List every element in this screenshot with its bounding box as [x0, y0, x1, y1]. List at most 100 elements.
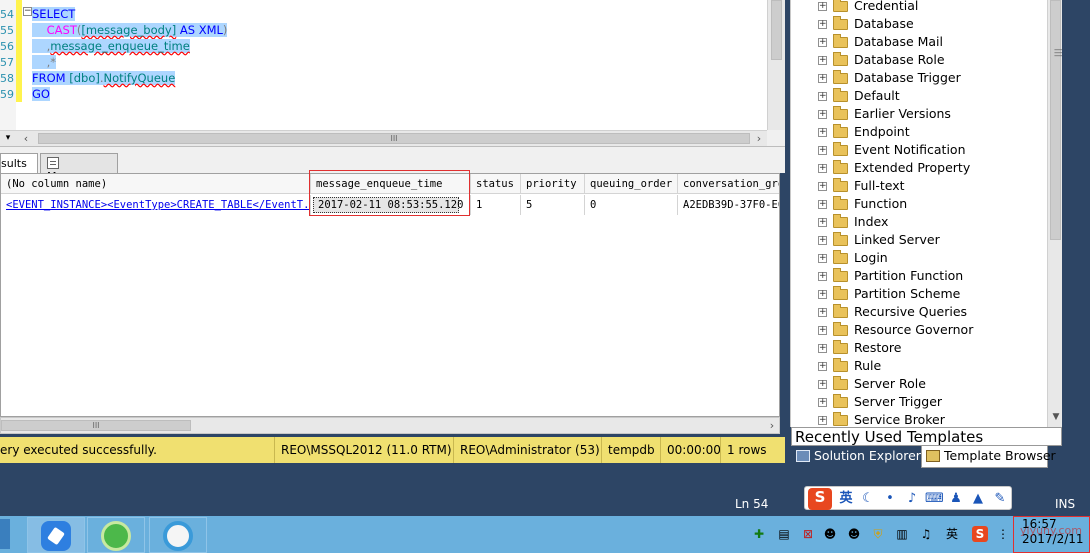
- template-folder-item[interactable]: + Index: [791, 213, 1047, 231]
- keyboard-icon[interactable]: ⌨: [925, 490, 944, 508]
- template-folder-item[interactable]: + Partition Scheme: [791, 285, 1047, 303]
- scroll-left-icon[interactable]: ‹: [18, 131, 34, 146]
- code-line[interactable]: CAST([message_body] AS XML): [32, 23, 228, 37]
- moon-icon[interactable]: ☾: [859, 490, 877, 508]
- xml-link-cell[interactable]: <EVENT_INSTANCE><EventType>CREATE_TABLE<…: [1, 195, 311, 215]
- template-folder-item[interactable]: + Database Role: [791, 51, 1047, 69]
- template-folder-item[interactable]: + Credential: [791, 0, 1047, 15]
- code-line[interactable]: ,*: [32, 55, 57, 69]
- expand-icon[interactable]: +: [818, 20, 827, 29]
- template-vertical-scroll-thumb[interactable]: — — —: [1050, 0, 1063, 240]
- ime-language-toggle[interactable]: 英: [837, 490, 855, 508]
- code-line[interactable]: SELECT: [32, 7, 76, 21]
- expand-icon[interactable]: +: [818, 290, 827, 299]
- expand-icon[interactable]: +: [818, 146, 827, 155]
- editor-vertical-scrollbar[interactable]: [767, 0, 785, 130]
- zoom-dropdown[interactable]: ▾: [0, 131, 16, 146]
- taskbar-app-browser[interactable]: [87, 517, 145, 553]
- expand-icon[interactable]: +: [818, 2, 827, 11]
- expand-icon[interactable]: +: [818, 398, 827, 407]
- editor-horizontal-scroll-thumb[interactable]: III: [38, 133, 750, 144]
- template-folder-item[interactable]: + Partition Function: [791, 267, 1047, 285]
- template-folder-item[interactable]: + Restore: [791, 339, 1047, 357]
- expand-icon[interactable]: +: [818, 74, 827, 83]
- tray-shield-icon[interactable]: ⛨: [870, 526, 886, 542]
- tray-volume-icon[interactable]: ♫: [918, 526, 934, 542]
- expand-icon[interactable]: +: [818, 182, 827, 191]
- expand-icon[interactable]: +: [818, 236, 827, 245]
- skin-icon[interactable]: ▲: [969, 490, 987, 508]
- template-browser-panel[interactable]: + Credential + Database + Database Mail + Datab…: [790, 0, 1063, 427]
- column-header[interactable]: status: [471, 174, 521, 194]
- expand-icon[interactable]: +: [818, 218, 827, 227]
- column-header[interactable]: queuing_order: [585, 174, 678, 194]
- start-button-edge[interactable]: [0, 519, 10, 549]
- template-folder-item[interactable]: + Rule: [791, 357, 1047, 375]
- expand-icon[interactable]: +: [818, 110, 827, 119]
- wrench-icon[interactable]: ✎: [991, 490, 1009, 508]
- template-folder-item[interactable]: + Event Notification: [791, 141, 1047, 159]
- column-header[interactable]: priority: [521, 174, 585, 194]
- tray-qq-icon[interactable]: ☻: [822, 526, 838, 542]
- tray-doc-icon[interactable]: ▤: [776, 526, 792, 542]
- taskbar-app-qq[interactable]: [149, 517, 207, 553]
- template-folder-item[interactable]: + Recursive Queries: [791, 303, 1047, 321]
- grid-horizontal-scroll-thumb[interactable]: III: [1, 420, 191, 431]
- code-line[interactable]: ,message_enqueue_time: [32, 39, 190, 53]
- template-folder-item[interactable]: + Resource Governor: [791, 321, 1047, 339]
- scroll-right-icon[interactable]: ›: [751, 131, 767, 146]
- template-folder-item[interactable]: + Login: [791, 249, 1047, 267]
- collapse-toggle[interactable]: −: [23, 7, 32, 16]
- tray-ime-icon[interactable]: S: [972, 526, 988, 542]
- editor-vertical-scroll-thumb[interactable]: [771, 0, 782, 60]
- template-folder-item[interactable]: + Linked Server: [791, 231, 1047, 249]
- tray-add-icon[interactable]: ✚: [751, 526, 767, 542]
- tray-qq2-icon[interactable]: ☻: [846, 526, 862, 542]
- tab-template-browser[interactable]: Template Browser: [921, 446, 1056, 468]
- template-vertical-scrollbar[interactable]: — — — ▼: [1047, 0, 1063, 427]
- tray-network-icon[interactable]: ▥: [894, 526, 910, 542]
- expand-icon[interactable]: +: [818, 164, 827, 173]
- template-folder-item[interactable]: + Function: [791, 195, 1047, 213]
- tab-messages[interactable]: Messages: [40, 153, 118, 183]
- expand-icon[interactable]: +: [818, 92, 827, 101]
- expand-icon[interactable]: +: [818, 308, 827, 317]
- code-line[interactable]: FROM [dbo].NotifyQueue: [32, 71, 176, 85]
- template-folder-item[interactable]: + Server Role: [791, 375, 1047, 393]
- expand-icon[interactable]: +: [818, 254, 827, 263]
- microphone-icon[interactable]: ♪: [903, 490, 921, 508]
- punctuation-icon[interactable]: •: [881, 490, 899, 508]
- tab-solution-explorer[interactable]: Solution Explorer: [792, 446, 921, 468]
- grid-cell[interactable]: 5: [521, 195, 585, 215]
- taskbar-app-editor[interactable]: [27, 517, 85, 553]
- ime-logo-icon[interactable]: S: [808, 488, 832, 510]
- expand-icon[interactable]: +: [818, 362, 827, 371]
- expand-icon[interactable]: +: [818, 272, 827, 281]
- column-header[interactable]: conversation_gro: [678, 174, 779, 194]
- template-folder-item[interactable]: + Full-text: [791, 177, 1047, 195]
- tray-blocked-icon[interactable]: ⊠: [800, 526, 816, 542]
- grid-cell[interactable]: A2EDB39D-37F0-E6: [678, 195, 779, 215]
- xml-link[interactable]: <EVENT_INSTANCE><EventType>CREATE_TABLE<…: [6, 199, 310, 211]
- grid-horizontal-scrollbar[interactable]: III ›: [0, 417, 780, 434]
- ime-toolbar[interactable]: S 英 ☾ • ♪ ⌨ ♟ ▲ ✎: [804, 486, 1012, 510]
- template-folder-item[interactable]: + Default: [791, 87, 1047, 105]
- tray-expand-icon[interactable]: ⋮: [995, 526, 1011, 542]
- grid-cell[interactable]: 1: [471, 195, 521, 215]
- template-folder-item[interactable]: + Database: [791, 15, 1047, 33]
- expand-icon[interactable]: +: [818, 416, 827, 425]
- code-line[interactable]: GO: [32, 87, 50, 101]
- expand-icon[interactable]: +: [818, 344, 827, 353]
- template-folder-item[interactable]: + Server Trigger: [791, 393, 1047, 411]
- template-folder-item[interactable]: + Database Mail: [791, 33, 1047, 51]
- editor-horizontal-scrollbar[interactable]: ▾ ‹ III ›: [0, 130, 767, 146]
- expand-icon[interactable]: +: [818, 380, 827, 389]
- template-folder-item[interactable]: + Earlier Versions: [791, 105, 1047, 123]
- query-editor[interactable]: 54 55 56 57 58 59 − SELECT CAST([message…: [0, 0, 785, 130]
- scroll-right-icon[interactable]: ›: [765, 418, 779, 433]
- expand-icon[interactable]: +: [818, 56, 827, 65]
- grid-cell[interactable]: 0: [585, 195, 678, 215]
- tray-language-indicator[interactable]: 英: [944, 526, 960, 542]
- template-folder-item[interactable]: + Extended Property: [791, 159, 1047, 177]
- expand-icon[interactable]: +: [818, 128, 827, 137]
